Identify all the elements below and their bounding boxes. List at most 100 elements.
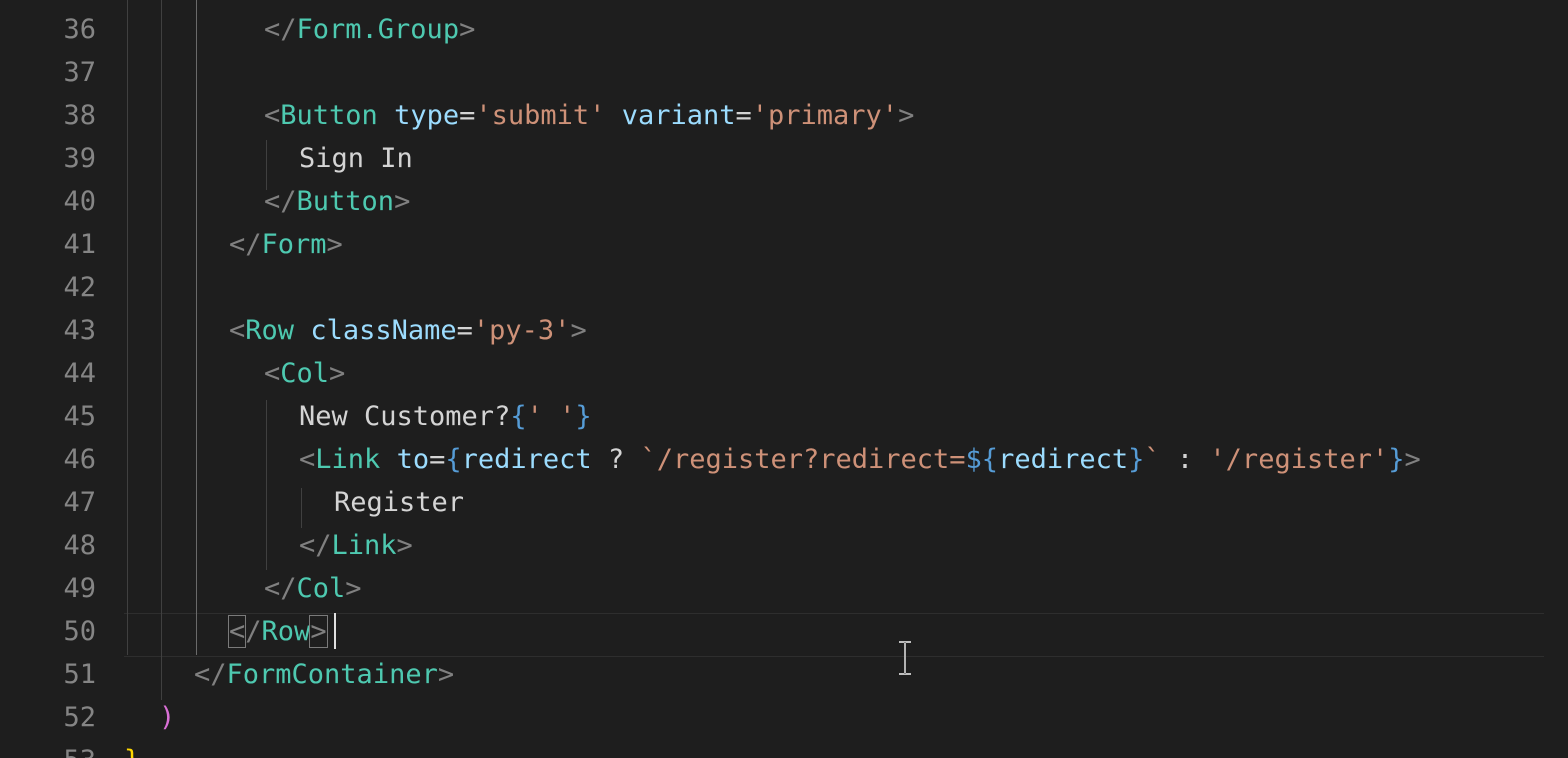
code-line[interactable]: 51 </FormContainer> bbox=[0, 653, 1568, 696]
code-token: `/register?redirect= bbox=[640, 444, 966, 475]
code-token: > bbox=[459, 14, 476, 45]
code-token: Form.Group bbox=[296, 14, 460, 45]
code-token: Form bbox=[261, 229, 327, 260]
line-number: 53 bbox=[0, 739, 96, 758]
code-line[interactable]: 45 New Customer?{' '} bbox=[0, 395, 1568, 438]
code-token: > bbox=[437, 659, 455, 690]
code-line[interactable]: 36 </Form.Group> bbox=[0, 8, 1568, 51]
code-text: <Row className='py-3'> bbox=[229, 309, 587, 352]
code-line[interactable]: 47 Register bbox=[0, 481, 1568, 524]
code-text: </Button> bbox=[264, 180, 410, 223]
code-token: < bbox=[227, 615, 247, 648]
code-text: Register bbox=[334, 481, 464, 524]
code-token: > bbox=[898, 100, 915, 131]
code-line[interactable]: 49 </Col> bbox=[0, 567, 1568, 610]
line-number: 43 bbox=[63, 315, 96, 346]
code-token: ? bbox=[591, 444, 641, 475]
code-line[interactable]: 52) bbox=[0, 696, 1568, 739]
code-line[interactable]: 40 </Button> bbox=[0, 180, 1568, 223]
code-token: > bbox=[570, 315, 587, 346]
code-token: Col bbox=[280, 358, 330, 389]
code-token: = bbox=[456, 315, 473, 346]
code-text: </Form> bbox=[229, 223, 343, 266]
line-number: 37 bbox=[63, 57, 96, 88]
code-line[interactable]: 48 </Link> bbox=[0, 524, 1568, 567]
code-token: : bbox=[1160, 444, 1210, 475]
line-number: 49 bbox=[63, 573, 96, 604]
code-token: Col bbox=[296, 573, 346, 604]
line-number: 38 bbox=[63, 100, 96, 131]
code-line[interactable]: 41 </Form> bbox=[0, 223, 1568, 266]
code-token: } bbox=[575, 401, 592, 432]
line-number: 52 bbox=[63, 702, 96, 733]
text-caret bbox=[334, 613, 336, 649]
code-token: > bbox=[329, 358, 346, 389]
code-token: = bbox=[459, 100, 476, 131]
code-token: > bbox=[1404, 444, 1421, 475]
code-token: } bbox=[1128, 444, 1145, 475]
code-line[interactable]: 46 <Link to={redirect ? `/register?redire… bbox=[0, 438, 1568, 481]
code-editor[interactable]: 36 </Form.Group> 37 38 <Button type='submit'… bbox=[0, 0, 1568, 758]
code-token: redirect bbox=[461, 444, 592, 475]
code-line[interactable]: 37 bbox=[0, 51, 1568, 94]
code-token: > bbox=[396, 530, 413, 561]
code-text: </Form.Group> bbox=[264, 8, 475, 51]
code-token: </ bbox=[299, 530, 332, 561]
code-token: </ bbox=[229, 229, 262, 260]
code-line[interactable]: 42 bbox=[0, 266, 1568, 309]
code-text: </Link> bbox=[299, 524, 413, 567]
code-token: className bbox=[310, 315, 457, 346]
code-token: 'submit' bbox=[475, 100, 606, 131]
code-token: </ bbox=[194, 659, 227, 690]
line-number: 47 bbox=[63, 487, 96, 518]
code-token: variant bbox=[621, 100, 736, 131]
code-text: </Row> bbox=[227, 610, 328, 653]
code-token: > bbox=[345, 573, 362, 604]
i-beam-cursor-icon bbox=[899, 641, 911, 675]
code-token: > bbox=[394, 186, 411, 217]
code-token: / bbox=[245, 616, 262, 647]
code-line[interactable]: 43 <Row className='py-3'> bbox=[0, 309, 1568, 352]
line-number: 40 bbox=[63, 186, 96, 217]
code-token: Register bbox=[334, 487, 465, 518]
code-token: 'primary' bbox=[751, 100, 899, 131]
code-token: > bbox=[326, 229, 343, 260]
line-number: 39 bbox=[63, 143, 96, 174]
line-number: 48 bbox=[63, 530, 96, 561]
code-text: ) bbox=[159, 696, 175, 739]
code-token: </ bbox=[264, 573, 297, 604]
code-text: </FormContainer> bbox=[194, 653, 454, 696]
code-line[interactable]: 39 Sign In bbox=[0, 137, 1568, 180]
code-token: '/register' bbox=[1209, 444, 1389, 475]
code-token: ) bbox=[159, 702, 176, 733]
code-token: < bbox=[264, 358, 281, 389]
code-token: ${ bbox=[965, 444, 999, 475]
code-text: New Customer?{' '} bbox=[299, 395, 592, 438]
code-token: Sign In bbox=[299, 143, 413, 174]
code-token: } bbox=[1388, 444, 1405, 475]
code-line[interactable]: 53} bbox=[0, 739, 1568, 758]
line-number: 41 bbox=[63, 229, 96, 260]
code-token: ' ' bbox=[526, 401, 576, 432]
line-number: 50 bbox=[63, 616, 96, 647]
code-token: 'py-3' bbox=[472, 315, 571, 346]
code-token: Link bbox=[315, 444, 381, 475]
code-line[interactable]: 38 <Button type='submit' variant='primary… bbox=[0, 94, 1568, 137]
code-text: <Col> bbox=[264, 352, 345, 395]
code-token: { bbox=[510, 401, 527, 432]
code-line[interactable]: 50 </Row> bbox=[0, 610, 1568, 653]
line-number: 42 bbox=[63, 272, 96, 303]
code-token: redirect bbox=[998, 444, 1129, 475]
line-number: 44 bbox=[63, 358, 96, 389]
code-token: { bbox=[445, 444, 462, 475]
code-token: to bbox=[396, 444, 430, 475]
code-token: ` bbox=[1144, 444, 1161, 475]
code-text: } bbox=[124, 739, 140, 758]
code-token: Link bbox=[331, 530, 397, 561]
code-line[interactable]: 44 <Col> bbox=[0, 352, 1568, 395]
minimap-scrollbar[interactable] bbox=[1554, 0, 1568, 100]
line-number: 36 bbox=[63, 14, 96, 45]
